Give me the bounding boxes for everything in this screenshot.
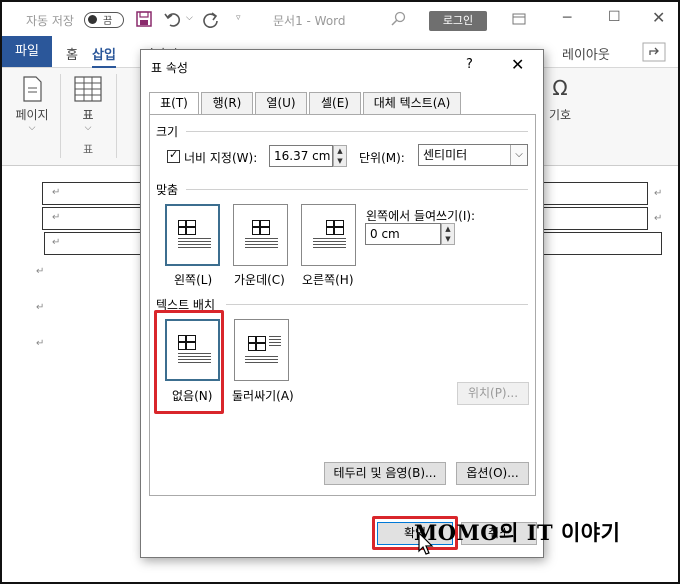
table-tab-panel: 크기 너비 지정(W): 16.37 cm ▲▼ 단위(M): 센티미터 ⌵ 맞… <box>149 114 536 496</box>
align-center-option[interactable] <box>233 204 288 266</box>
paragraph-mark-icon: ↵ <box>36 338 45 349</box>
page-icon <box>23 76 42 102</box>
unit-select[interactable]: 센티미터 ⌵ <box>418 144 528 166</box>
title-bar: 자동 저장 끔 ⌵ ▿ 문서1 - Word 로그인 ─ ☐ ✕ <box>2 2 678 36</box>
text-lines-icon <box>245 238 278 250</box>
ribbon-separator <box>116 74 117 158</box>
dialog-title: 표 속성 <box>151 61 188 75</box>
text-lines-icon <box>269 336 281 348</box>
paragraph-mark-icon: ↵ <box>36 302 45 313</box>
omega-icon: Ω <box>552 76 568 100</box>
unit-label: 단위(M): <box>359 151 405 165</box>
symbols-group[interactable]: Ω 기호 <box>540 76 580 123</box>
size-section-label: 크기 <box>156 125 179 139</box>
table-grid-icon <box>326 220 344 235</box>
pages-group[interactable]: 페이지 ⌵ <box>12 76 52 133</box>
unit-value: 센티미터 <box>423 148 468 162</box>
window-frame: 자동 저장 끔 ⌵ ▿ 문서1 - Word 로그인 ─ ☐ ✕ 파일 홈 삽입… <box>0 0 680 584</box>
ribbon-display-icon[interactable] <box>512 13 526 25</box>
table-button-label: 표 <box>82 108 94 122</box>
help-icon[interactable]: ? <box>466 57 473 72</box>
close-icon[interactable]: ✕ <box>511 55 524 74</box>
table-group-label: 표 <box>82 143 94 156</box>
autosave-state: 끔 <box>103 16 113 27</box>
alignment-section-label: 맞춤 <box>156 183 179 197</box>
share-icon[interactable] <box>642 42 666 62</box>
section-divider <box>186 189 528 190</box>
autosave-label: 자동 저장 <box>26 14 74 28</box>
tab-column[interactable]: 열(U) <box>255 92 307 114</box>
table-group[interactable]: 표 ⌵ 표 <box>70 76 106 157</box>
tab-layout[interactable]: 레이아웃 <box>562 44 610 63</box>
search-icon[interactable] <box>390 11 406 27</box>
toggle-knob <box>88 15 97 24</box>
autosave-toggle[interactable]: 끔 <box>84 12 124 28</box>
mouse-cursor-icon <box>418 532 434 555</box>
table-grid-icon <box>248 336 266 351</box>
wrap-around-label: 둘러싸기(A) <box>232 389 294 403</box>
align-right-option[interactable] <box>301 204 356 266</box>
width-spinner[interactable]: ▲ ▼ <box>333 145 347 167</box>
table-properties-dialog: 표 속성 ? ✕ 표(T) 행(R) 열(U) 셀(E) 대체 텍스트(A) 크… <box>140 49 544 558</box>
pages-label: 페이지 <box>15 108 49 122</box>
paragraph-mark-icon: ↵ <box>36 266 45 277</box>
tab-row[interactable]: 행(R) <box>201 92 253 114</box>
align-left-label: 왼쪽(L) <box>174 273 213 287</box>
text-lines-icon <box>245 356 278 365</box>
section-divider <box>186 131 528 132</box>
table-icon <box>74 76 102 102</box>
row-end-mark-icon: ↵ <box>654 188 663 199</box>
position-button[interactable]: 위치(P)... <box>457 382 529 405</box>
tab-cell[interactable]: 셀(E) <box>309 92 361 114</box>
pages-dropdown-icon: ⌵ <box>28 123 36 133</box>
undo-icon[interactable] <box>164 11 182 27</box>
table-grid-icon <box>252 220 270 235</box>
ribbon-separator <box>60 74 61 158</box>
tab-file[interactable]: 파일 <box>2 36 52 67</box>
preferred-width-label: 너비 지정(W): <box>184 151 258 165</box>
document-title: 문서1 - Word <box>273 14 346 28</box>
minimize-icon[interactable]: ─ <box>563 10 571 26</box>
chevron-down-icon: ⌵ <box>510 145 527 165</box>
width-input[interactable]: 16.37 cm <box>269 145 333 167</box>
text-lines-icon <box>178 238 211 250</box>
options-button[interactable]: 옵션(O)... <box>456 462 529 485</box>
tab-alt-text[interactable]: 대체 텍스트(A) <box>363 92 461 114</box>
tab-insert[interactable]: 삽입 <box>92 44 116 69</box>
symbols-label: 기호 <box>548 108 572 122</box>
row-end-mark-icon: ↵ <box>654 213 663 224</box>
indent-spinner[interactable]: ▲ ▼ <box>441 223 455 245</box>
wrap-around-option[interactable] <box>234 319 289 381</box>
highlight-wrap-none <box>154 310 224 414</box>
paragraph-mark-icon: ↵ <box>52 187 61 198</box>
tab-home[interactable]: 홈 <box>66 44 78 63</box>
preferred-width-checkbox[interactable] <box>167 148 180 163</box>
window-close-icon[interactable]: ✕ <box>652 8 665 27</box>
borders-shading-button[interactable]: 테두리 및 음영(B)... <box>324 462 446 485</box>
blog-watermark: MOMO의 IT 이야기 <box>414 520 621 545</box>
table-grid-icon <box>178 220 196 235</box>
table-dropdown-icon: ⌵ <box>84 123 92 133</box>
redo-icon[interactable] <box>202 11 220 28</box>
indent-label: 왼쪽에서 들여쓰기(I): <box>366 209 476 223</box>
login-button[interactable]: 로그인 <box>429 11 487 31</box>
align-left-option[interactable] <box>165 204 220 266</box>
undo-dropdown-icon[interactable]: ⌵ <box>186 13 193 23</box>
paragraph-mark-icon: ↵ <box>52 212 61 223</box>
align-center-label: 가운데(C) <box>234 273 285 287</box>
customize-toolbar-icon[interactable]: ▿ <box>236 13 241 23</box>
save-icon[interactable] <box>136 11 152 27</box>
maximize-icon[interactable]: ☐ <box>608 9 621 25</box>
paragraph-mark-icon: ↵ <box>52 237 61 248</box>
align-right-label: 오른쪽(H) <box>302 273 354 287</box>
section-divider <box>226 304 528 305</box>
tab-table[interactable]: 표(T) <box>149 92 199 115</box>
text-lines-icon <box>313 238 346 250</box>
indent-input[interactable]: 0 cm <box>365 223 441 245</box>
